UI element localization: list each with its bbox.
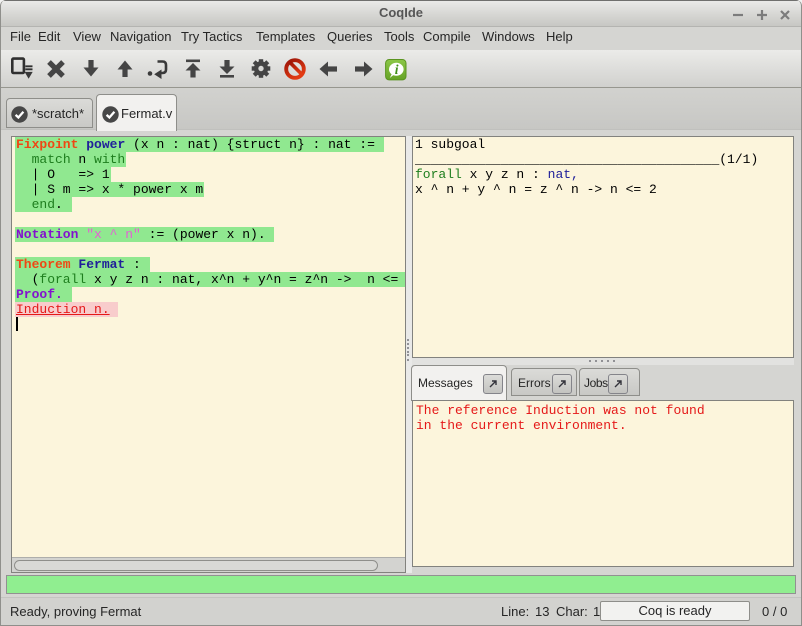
svg-text:i: i xyxy=(395,62,399,77)
